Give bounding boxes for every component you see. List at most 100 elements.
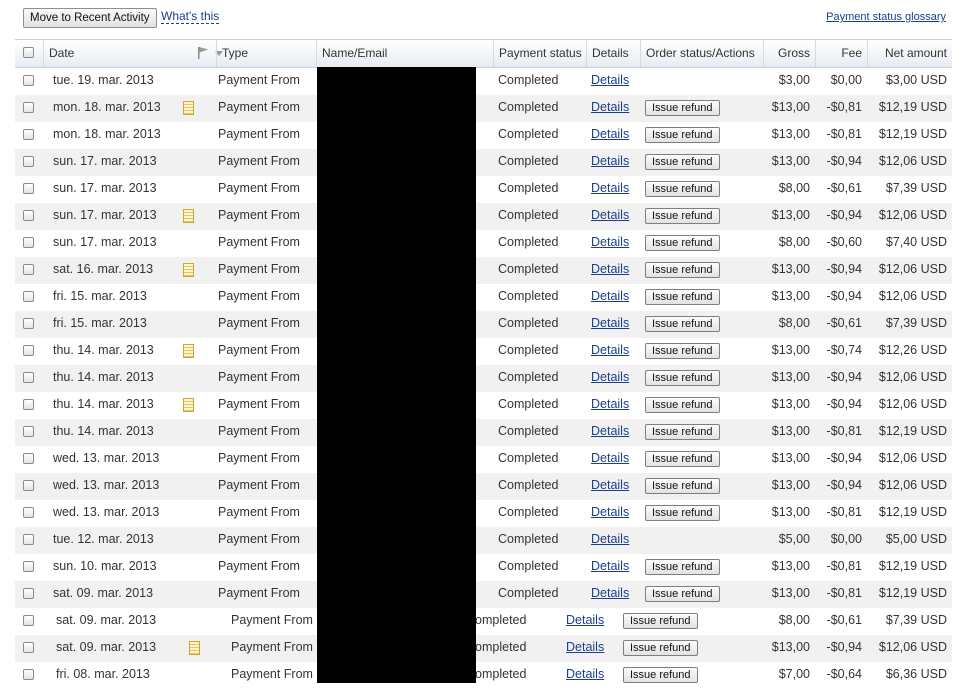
row-payment-status: Completed bbox=[498, 478, 559, 492]
row-details-link[interactable]: Details bbox=[591, 176, 629, 203]
note-icon[interactable] bbox=[183, 398, 194, 412]
row-type: Payment From bbox=[218, 559, 300, 573]
row-details-link[interactable]: Details bbox=[591, 446, 629, 473]
issue-refund-button[interactable]: Issue refund bbox=[645, 235, 720, 251]
row-net-amount: $12,06 USD bbox=[878, 478, 947, 492]
row-checkbox[interactable] bbox=[23, 345, 34, 356]
row-gross: $8,00 bbox=[778, 316, 810, 330]
issue-refund-button[interactable]: Issue refund bbox=[645, 478, 720, 494]
row-date: tue. 12. mar. 2013 bbox=[53, 532, 154, 546]
row-checkbox[interactable] bbox=[23, 426, 34, 437]
payment-status-glossary-link[interactable]: Payment status glossary bbox=[826, 11, 946, 23]
note-icon[interactable] bbox=[183, 209, 194, 223]
note-icon[interactable] bbox=[183, 101, 194, 115]
row-details-link[interactable]: Details bbox=[591, 284, 629, 311]
issue-refund-button[interactable]: Issue refund bbox=[645, 181, 720, 197]
row-checkbox[interactable] bbox=[23, 372, 34, 383]
row-checkbox[interactable] bbox=[23, 210, 34, 221]
row-details-link[interactable]: Details bbox=[591, 338, 629, 365]
row-date: thu. 14. mar. 2013 bbox=[53, 343, 154, 357]
row-details-link[interactable]: Details bbox=[591, 554, 629, 581]
issue-refund-button[interactable]: Issue refund bbox=[645, 505, 720, 521]
row-checkbox[interactable] bbox=[23, 534, 34, 545]
row-checkbox[interactable] bbox=[23, 615, 34, 626]
row-checkbox[interactable] bbox=[23, 183, 34, 194]
row-checkbox[interactable] bbox=[23, 480, 34, 491]
row-checkbox[interactable] bbox=[23, 129, 34, 140]
issue-refund-button[interactable]: Issue refund bbox=[645, 586, 720, 602]
note-icon[interactable] bbox=[183, 263, 194, 277]
row-details-link[interactable]: Details bbox=[591, 68, 629, 95]
column-header-fee[interactable]: Fee bbox=[815, 40, 867, 67]
row-details-link[interactable]: Details bbox=[591, 203, 629, 230]
row-checkbox[interactable] bbox=[23, 642, 34, 653]
row-details-link[interactable]: Details bbox=[591, 230, 629, 257]
select-all-checkbox[interactable] bbox=[23, 47, 34, 58]
row-details-link[interactable]: Details bbox=[591, 527, 629, 554]
issue-refund-button[interactable]: Issue refund bbox=[645, 262, 720, 278]
issue-refund-button[interactable]: Issue refund bbox=[645, 316, 720, 332]
issue-refund-button[interactable]: Issue refund bbox=[645, 154, 720, 170]
row-details-link[interactable]: Details bbox=[591, 95, 629, 122]
issue-refund-button[interactable]: Issue refund bbox=[645, 424, 720, 440]
row-checkbox[interactable] bbox=[23, 102, 34, 113]
column-header-status[interactable]: Payment status bbox=[493, 40, 586, 67]
row-checkbox[interactable] bbox=[23, 237, 34, 248]
flag-icon[interactable] bbox=[198, 47, 208, 59]
row-payment-status: Completed bbox=[498, 586, 559, 600]
row-checkbox[interactable] bbox=[23, 669, 34, 680]
row-payment-status: Completed bbox=[498, 73, 559, 87]
issue-refund-button[interactable]: Issue refund bbox=[645, 100, 720, 116]
row-checkbox[interactable] bbox=[23, 75, 34, 86]
row-type: Payment From bbox=[218, 127, 300, 141]
row-details-link[interactable]: Details bbox=[591, 500, 629, 527]
row-details-link[interactable]: Details bbox=[566, 635, 604, 662]
issue-refund-button[interactable]: Issue refund bbox=[645, 208, 720, 224]
move-to-recent-activity-button[interactable]: Move to Recent Activity bbox=[23, 8, 157, 28]
row-details-link[interactable]: Details bbox=[591, 365, 629, 392]
issue-refund-button[interactable]: Issue refund bbox=[645, 343, 720, 359]
column-header-net-amount[interactable]: Net amount bbox=[867, 40, 952, 67]
note-icon[interactable] bbox=[189, 641, 200, 655]
row-type: Payment From bbox=[218, 586, 300, 600]
row-details-link[interactable]: Details bbox=[591, 419, 629, 446]
issue-refund-button[interactable]: Issue refund bbox=[645, 559, 720, 575]
issue-refund-button[interactable]: Issue refund bbox=[623, 640, 698, 656]
row-details-link[interactable]: Details bbox=[591, 311, 629, 338]
issue-refund-button[interactable]: Issue refund bbox=[645, 397, 720, 413]
issue-refund-button[interactable]: Issue refund bbox=[645, 127, 720, 143]
row-checkbox[interactable] bbox=[23, 264, 34, 275]
issue-refund-button[interactable]: Issue refund bbox=[623, 667, 698, 683]
row-checkbox[interactable] bbox=[23, 561, 34, 572]
row-date: sun. 17. mar. 2013 bbox=[53, 154, 157, 168]
row-details-link[interactable]: Details bbox=[566, 608, 604, 635]
row-gross: $13,00 bbox=[771, 127, 810, 141]
row-checkbox[interactable] bbox=[23, 453, 34, 464]
row-details-link[interactable]: Details bbox=[591, 149, 629, 176]
row-checkbox[interactable] bbox=[23, 291, 34, 302]
note-icon[interactable] bbox=[183, 344, 194, 358]
whats-this-link[interactable]: What's this bbox=[161, 9, 220, 24]
row-type: Payment From bbox=[218, 532, 300, 546]
column-header-gross[interactable]: Gross bbox=[763, 40, 815, 67]
row-checkbox[interactable] bbox=[23, 156, 34, 167]
table-row: sat. 09. mar. 2013 Payment From Completed D… bbox=[15, 608, 952, 635]
row-checkbox[interactable] bbox=[23, 507, 34, 518]
issue-refund-button[interactable]: Issue refund bbox=[645, 451, 720, 467]
row-details-link[interactable]: Details bbox=[591, 122, 629, 149]
column-header-name[interactable]: Name/Email bbox=[316, 40, 493, 67]
issue-refund-button[interactable]: Issue refund bbox=[623, 613, 698, 629]
row-details-link[interactable]: Details bbox=[591, 581, 629, 608]
issue-refund-button[interactable]: Issue refund bbox=[645, 289, 720, 305]
row-details-link[interactable]: Details bbox=[566, 662, 604, 689]
row-checkbox[interactable] bbox=[23, 588, 34, 599]
row-details-link[interactable]: Details bbox=[591, 473, 629, 500]
row-details-link[interactable]: Details bbox=[591, 257, 629, 284]
row-details-link[interactable]: Details bbox=[591, 392, 629, 419]
issue-refund-button[interactable]: Issue refund bbox=[645, 370, 720, 386]
row-checkbox[interactable] bbox=[23, 318, 34, 329]
row-date: sun. 17. mar. 2013 bbox=[53, 235, 157, 249]
column-header-date[interactable]: Date bbox=[43, 40, 193, 67]
row-checkbox[interactable] bbox=[23, 399, 34, 410]
column-header-type[interactable]: Type bbox=[216, 40, 316, 67]
